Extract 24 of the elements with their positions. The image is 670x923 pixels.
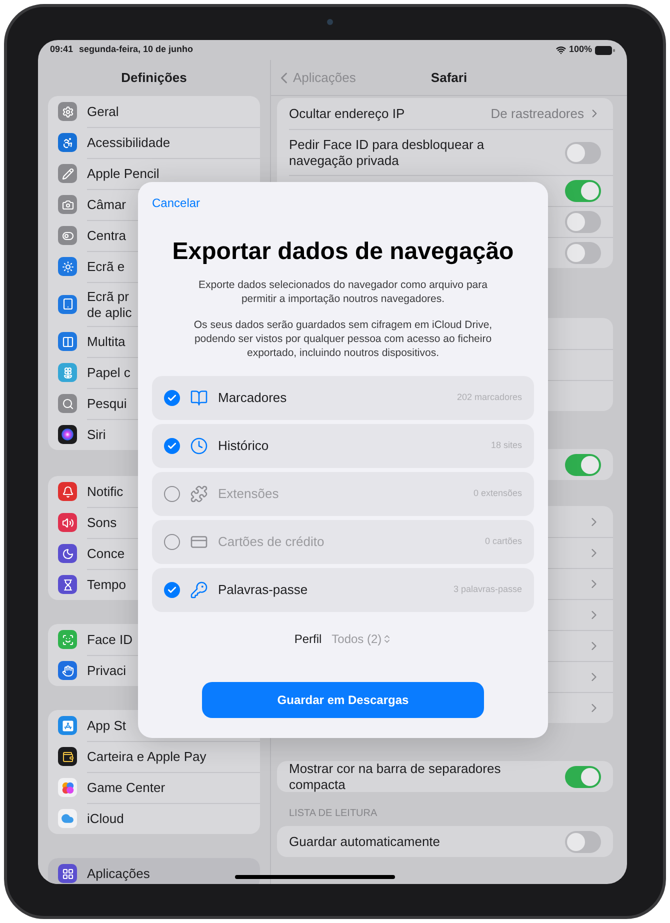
detail-title: Safari xyxy=(430,68,468,87)
setting-label: Ocultar endereço IP xyxy=(289,106,405,122)
status-date: segunda-feira, 10 de junho xyxy=(79,43,194,56)
sidebar-title: Definições xyxy=(121,69,187,88)
dialog-description: Exporte dados selecionados do navegador como arquivo para permitir a importação noutros navegadores. xyxy=(198,278,488,306)
option-count: 3 palavras-passe xyxy=(453,583,522,596)
option-label: Extensões xyxy=(218,485,279,504)
dialog-title: Exportar dados de navegação xyxy=(171,238,515,266)
setting-label: Mostrar cor na barra de separadores compacta xyxy=(289,760,502,792)
section-header: LISTA DE LEITURA xyxy=(288,807,378,821)
option-count: 0 cartões xyxy=(484,535,522,548)
dialog-description: Os seus dados serão guardados sem cifragem em iCloud Drive, podendo ser vistos por qualquer pessoa com acesso ao ficheiro exportado, incluindo noutros dispositivos. xyxy=(192,318,494,360)
option-label: Palavras-passe xyxy=(218,581,308,600)
setting-label: Pedir Face ID para desbloquear a navegação privada xyxy=(289,136,486,168)
option-label: Marcadores xyxy=(218,389,287,408)
option-count: 202 marcadores xyxy=(456,391,522,404)
option-count: 18 sites xyxy=(490,439,522,452)
option-label: Cartões de crédito xyxy=(218,533,324,552)
profile-label: Perfil xyxy=(294,631,322,648)
battery-percent: 100% xyxy=(568,43,592,56)
option-count: 0 extensões xyxy=(473,487,522,500)
setting-label: Guardar automaticamente xyxy=(289,834,440,850)
status-time: 09:41 xyxy=(50,43,74,56)
option-label: Histórico xyxy=(218,437,269,456)
